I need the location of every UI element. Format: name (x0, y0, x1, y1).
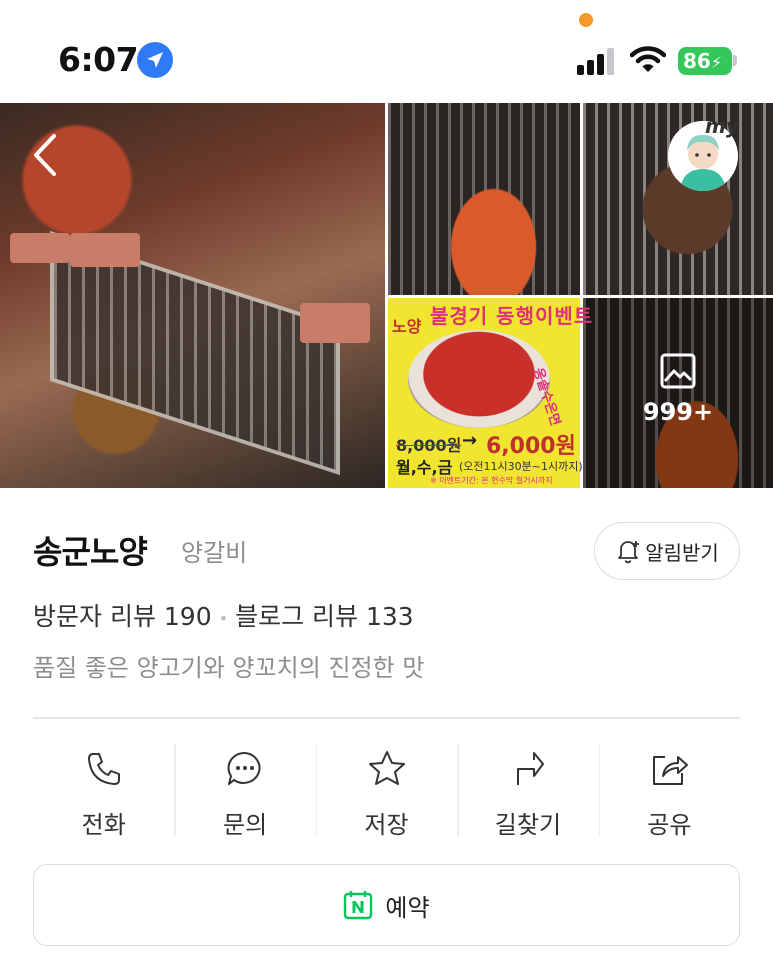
poster-old-price: 8,000원 (396, 436, 462, 455)
chat-icon (227, 751, 261, 785)
save-button[interactable]: 저장 (315, 740, 457, 840)
notify-button[interactable]: 알림받기 (594, 522, 740, 580)
poster-title: 불경기 동행이벤트 (430, 304, 594, 328)
call-label: 전화 (81, 811, 126, 839)
status-bar: 6:07 86⚡ (0, 0, 773, 103)
review-separator: • (218, 608, 229, 628)
location-arrow-icon (137, 42, 173, 78)
share-icon (653, 755, 689, 785)
naver-icon (344, 891, 373, 920)
privacy-indicator-dot (579, 13, 593, 27)
back-button[interactable] (30, 132, 60, 182)
poster-logo: 노양 (392, 317, 422, 336)
my-label: my (705, 114, 739, 138)
place-name: 송군노양 (33, 533, 148, 571)
directions-label: 길찾기 (494, 811, 562, 839)
photo-gallery[interactable] (0, 103, 773, 488)
wifi-icon (629, 46, 667, 78)
status-time: 6:07 (58, 40, 139, 79)
poster-arrow: → (462, 430, 478, 451)
directions-button[interactable]: 길찾기 (457, 740, 598, 840)
meat-image (70, 233, 140, 267)
cellular-signal-icon (577, 47, 617, 75)
inquiry-label: 문의 (223, 811, 268, 839)
phone-icon (87, 752, 120, 785)
notify-label: 알림받기 (645, 540, 719, 565)
chevron-left-icon (34, 134, 56, 176)
share-label: 공유 (647, 811, 692, 839)
battery-cap (733, 55, 737, 66)
battery-indicator: 86⚡ (678, 47, 732, 75)
inquiry-button[interactable]: 문의 (174, 740, 315, 840)
star-icon (368, 750, 405, 785)
directions-icon (516, 751, 544, 785)
more-photos-count: 999+ (642, 398, 714, 426)
meat-image (300, 303, 370, 343)
more-photos-tile[interactable] (583, 298, 773, 488)
charging-bolt-icon: ⚡ (710, 53, 723, 72)
poster-new-price: 6,000원 (486, 434, 576, 459)
call-button[interactable]: 전화 (33, 740, 174, 840)
divider (33, 717, 740, 719)
image-icon (660, 353, 696, 393)
blog-reviews-link[interactable]: 블로그 리뷰 133 (235, 602, 414, 631)
photo-thumbnail[interactable] (388, 103, 580, 295)
reserve-label: 예약 (385, 893, 430, 922)
place-description: 품질 좋은 양고기와 양꼬치의 진정한 맛 (33, 654, 425, 682)
battery-level: 86 (683, 49, 711, 73)
review-summary: 방문자 리뷰 190 • 블로그 리뷰 133 (33, 597, 414, 633)
poster-hours: (오전11시30분~1시까지) (459, 460, 583, 473)
reserve-button[interactable]: 예약 (33, 864, 740, 946)
save-label: 저장 (364, 811, 409, 839)
meat-image (10, 233, 70, 263)
grill-image (50, 230, 340, 476)
poster-period: ※ 이벤트기간: 본 현수막 철거시까지 (430, 476, 553, 485)
share-button[interactable]: 공유 (598, 740, 740, 840)
action-bar: 전화 문의 저장 길찾기 공유 (33, 740, 740, 840)
visitor-reviews-link[interactable]: 방문자 리뷰 190 (33, 602, 212, 631)
bell-plus-icon (618, 541, 640, 564)
place-category: 양갈비 (181, 539, 248, 567)
noodle-bowl-image (408, 330, 550, 428)
